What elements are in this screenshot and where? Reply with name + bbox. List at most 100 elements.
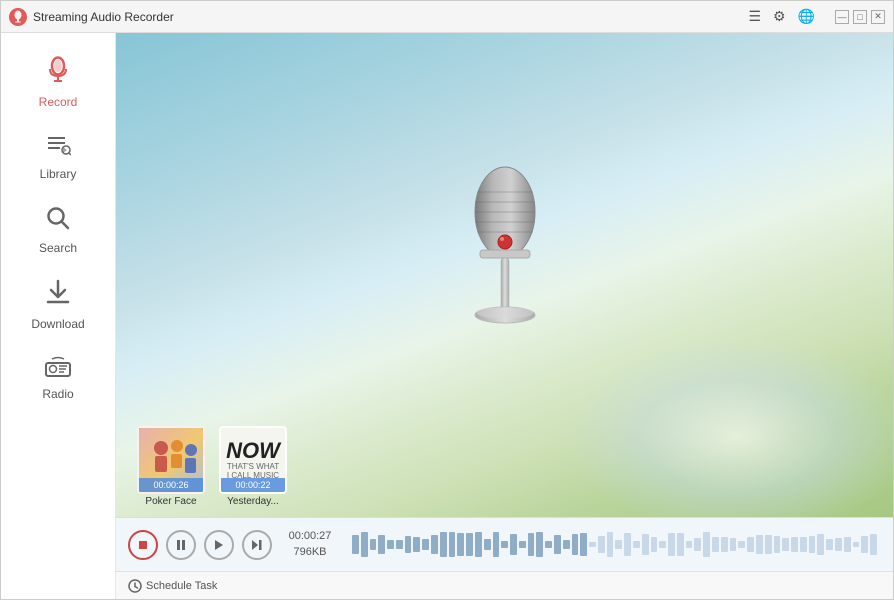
radio-label: Radio — [42, 387, 73, 401]
waveform-bar — [536, 532, 543, 557]
waveform-bar — [431, 535, 438, 554]
waveform-bar — [493, 532, 500, 557]
waveform-bar — [668, 533, 675, 557]
waveform-bar — [572, 534, 579, 555]
play-button[interactable] — [204, 530, 234, 560]
player-time: 00:00:27 796KB — [280, 529, 340, 560]
waveform-bar — [387, 540, 394, 549]
waveform-bar — [580, 533, 587, 557]
waveform-bar — [370, 539, 377, 551]
app-icon — [9, 8, 27, 26]
waveform-bar — [817, 534, 824, 554]
library-icon — [45, 133, 71, 163]
waveform-bar — [756, 535, 763, 553]
download-label: Download — [31, 317, 84, 331]
waveform-bar — [800, 537, 807, 552]
track-art-2: NOW THAT'S WHAT I CALL MUSIC 00:00:22 — [219, 426, 287, 494]
library-label: Library — [40, 167, 77, 181]
waveform-bar — [791, 537, 798, 552]
sidebar: Record Library — [1, 33, 116, 599]
waveform-bar — [809, 536, 816, 553]
waveform-bar — [844, 537, 851, 552]
maximize-button[interactable]: □ — [853, 10, 867, 24]
sidebar-item-radio[interactable]: Radio — [1, 343, 115, 413]
close-button[interactable]: ✕ — [871, 10, 885, 24]
record-label: Record — [39, 95, 78, 109]
app-title: Streaming Audio Recorder — [33, 10, 748, 24]
minimize-button[interactable]: — — [835, 10, 849, 24]
search-icon — [45, 205, 71, 237]
list-icon[interactable]: ☰ — [748, 8, 761, 25]
waveform-bar — [651, 537, 658, 553]
waveform-bar — [440, 532, 447, 556]
waveform-bar — [528, 533, 535, 557]
track-item-poker-face[interactable]: 00:00:26 Poker Face — [136, 426, 206, 507]
waveform-bar — [624, 533, 631, 556]
waveform-bar — [598, 536, 605, 553]
title-bar: Streaming Audio Recorder ☰ ⚙ 🌐 — □ ✕ — [1, 1, 893, 33]
download-icon — [45, 279, 71, 313]
waveform-bar — [607, 532, 614, 557]
window-controls: — □ ✕ — [835, 10, 885, 24]
waveform-bar — [449, 532, 456, 556]
content-area: 00:00:26 Poker Face NOW THAT'S WHAT I CA… — [116, 33, 893, 599]
waveform-bar — [835, 538, 842, 552]
waveform-bar — [853, 542, 860, 548]
globe-icon[interactable]: 🌐 — [798, 8, 815, 25]
now-text: NOW — [225, 440, 281, 462]
waveform-bar — [615, 540, 622, 549]
waveform — [348, 529, 881, 561]
waveform-bar — [765, 535, 772, 554]
waveform-bar — [721, 537, 728, 553]
tracks-row: 00:00:26 Poker Face NOW THAT'S WHAT I CA… — [136, 426, 288, 507]
waveform-bar — [589, 542, 596, 547]
stop-button[interactable] — [128, 530, 158, 560]
toolbar-icons: ☰ ⚙ 🌐 — [748, 8, 815, 25]
schedule-label: Schedule Task — [146, 580, 217, 592]
app-window: Streaming Audio Recorder ☰ ⚙ 🌐 — □ ✕ — [0, 0, 894, 600]
skip-button[interactable] — [242, 530, 272, 560]
waveform-bar — [694, 538, 701, 552]
waveform-bar — [510, 534, 517, 555]
waveform-bar — [730, 538, 737, 552]
waveform-bar — [405, 536, 412, 554]
pause-button[interactable] — [166, 530, 196, 560]
waveform-bar — [642, 534, 649, 554]
waveform-bar — [826, 539, 833, 550]
waveform-bar — [396, 540, 403, 548]
waveform-bar — [747, 537, 754, 552]
waveform-bar — [422, 539, 429, 550]
waveform-bar — [361, 532, 368, 557]
radio-icon — [44, 355, 72, 383]
microphone-graphic — [445, 152, 565, 357]
waveform-bar — [466, 533, 473, 556]
waveform-bar — [563, 540, 570, 550]
waveform-bar — [475, 532, 482, 558]
waveform-bar — [501, 541, 508, 547]
waveform-bar — [861, 536, 868, 552]
player-bar: 00:00:27 796KB — [116, 517, 893, 571]
schedule-bar[interactable]: Schedule Task — [116, 571, 893, 599]
sidebar-item-library[interactable]: Library — [1, 121, 115, 193]
waveform-bar — [519, 541, 526, 549]
waveform-bar — [554, 535, 561, 553]
track-art-1: 00:00:26 — [137, 426, 205, 494]
waveform-bar — [738, 541, 745, 548]
track-name-2: Yesterday... — [227, 496, 279, 507]
waveform-bar — [677, 533, 684, 556]
sidebar-item-record[interactable]: Record — [1, 43, 115, 121]
waveform-bar — [686, 541, 693, 549]
waveform-bar — [457, 533, 464, 556]
waveform-bar — [659, 541, 666, 549]
sidebar-item-download[interactable]: Download — [1, 267, 115, 343]
waveform-bar — [782, 538, 789, 552]
waveform-bar — [774, 536, 781, 552]
track-name-1: Poker Face — [145, 496, 196, 507]
track-item-yesterday[interactable]: NOW THAT'S WHAT I CALL MUSIC 00:00:22 Ye… — [218, 426, 288, 507]
sidebar-item-search[interactable]: Search — [1, 193, 115, 267]
gear-icon[interactable]: ⚙ — [773, 8, 786, 25]
waveform-bar — [413, 537, 420, 553]
waveform-bar — [545, 541, 552, 547]
waveform-bar — [703, 532, 710, 557]
track-time-2: 00:00:22 — [221, 478, 285, 492]
